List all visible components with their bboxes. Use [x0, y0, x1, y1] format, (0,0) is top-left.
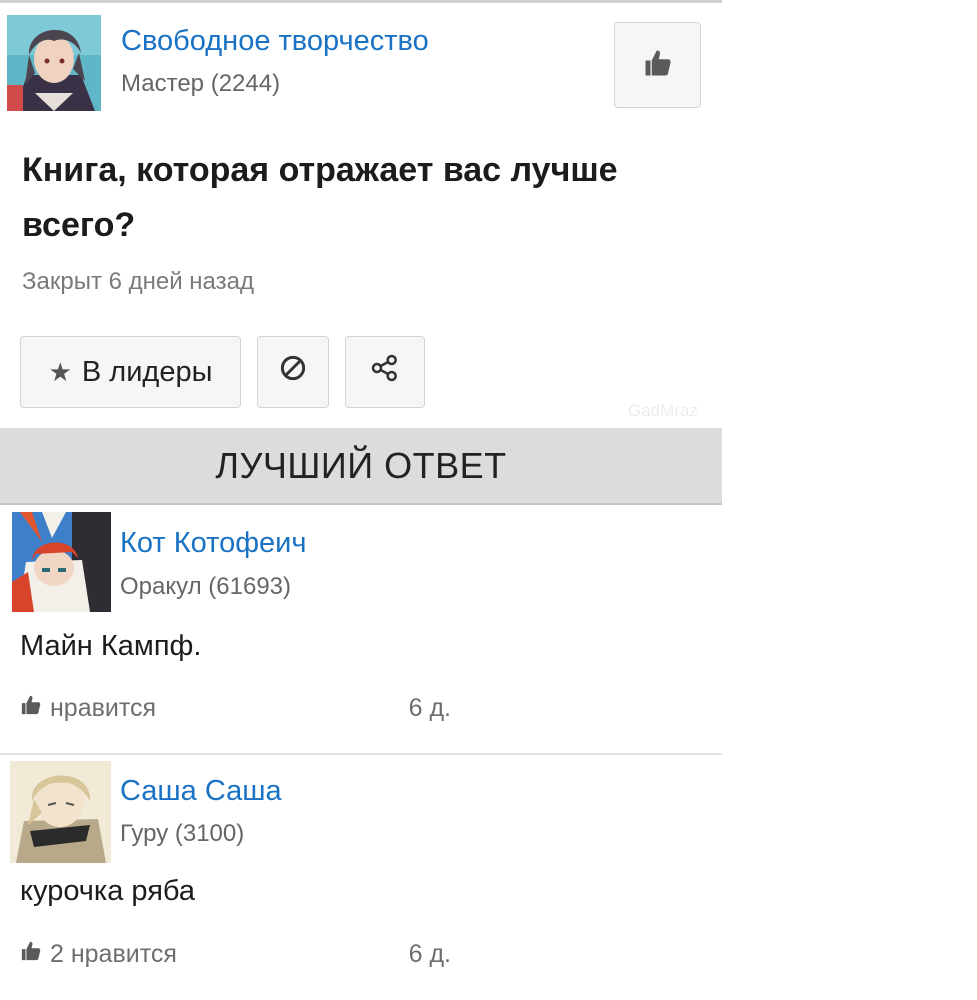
report-button[interactable] [257, 336, 329, 408]
best-answer-header: ЛУЧШИЙ ОТВЕТ [0, 428, 722, 505]
like-count: нравится [50, 694, 157, 722]
answer-like-button[interactable]: нравится [20, 694, 156, 723]
answer-avatar[interactable] [10, 761, 111, 863]
block-icon [278, 353, 308, 391]
answer-author-rank: Гуру (3100) [120, 820, 245, 847]
watermark: GadMraz [628, 401, 698, 420]
answer-divider [0, 753, 722, 755]
answer-age: 6 д. [408, 940, 451, 968]
thumbs-up-icon [20, 940, 42, 969]
answer-age: 6 д. [408, 694, 451, 722]
question-title: Книга, которая отражает вас лучше всего? [22, 151, 618, 244]
answer-author-link[interactable]: Кот Котофеич [120, 527, 307, 560]
share-icon [369, 352, 401, 392]
question-page: Свободное творчество Мастер (2244) Книга… [0, 0, 722, 1000]
thumbs-up-icon [643, 48, 673, 83]
share-button[interactable] [345, 336, 425, 408]
question-status: Закрыт 6 дней назад [22, 268, 254, 295]
answer-text: Майн Кампф. [20, 630, 202, 662]
author-rank: Мастер (2244) [121, 70, 281, 97]
answer-text: курочка ряба [20, 875, 196, 907]
answer-like-button[interactable]: 2 нравится [20, 940, 177, 969]
answer-avatar[interactable] [12, 512, 111, 612]
category-link[interactable]: Свободное творчество [121, 25, 429, 58]
like-count: 2 нравится [50, 940, 177, 968]
top-divider [0, 0, 722, 3]
answer-author-rank: Оракул (61693) [120, 573, 291, 600]
answer-author-link[interactable]: Саша Саша [120, 775, 282, 808]
star-icon: ★ [48, 356, 72, 387]
author-avatar[interactable] [7, 15, 101, 111]
like-question-button[interactable] [614, 22, 701, 108]
add-to-leaders-button[interactable]: ★ В лидеры [20, 336, 241, 408]
leaders-label: В лидеры [81, 355, 213, 388]
thumbs-up-icon [20, 694, 42, 723]
